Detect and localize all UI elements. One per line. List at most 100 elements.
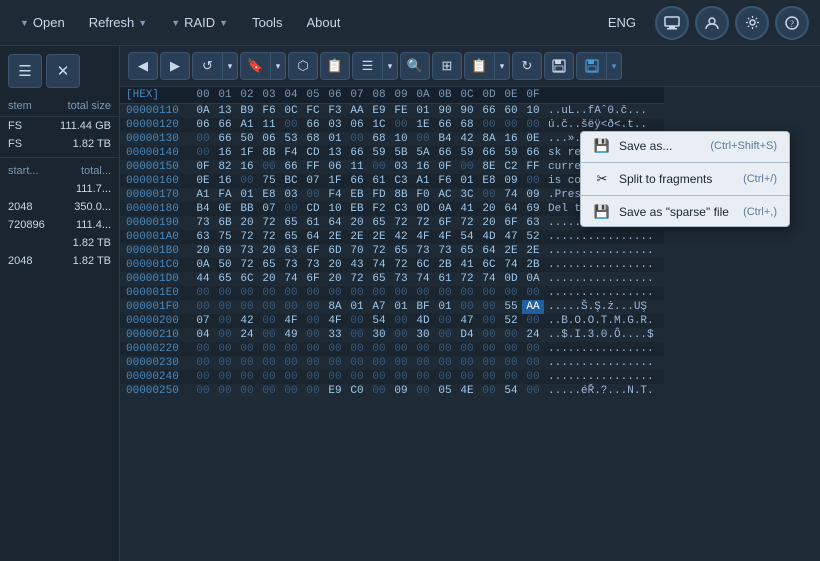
hex-byte-cell[interactable]: 00: [258, 384, 280, 398]
sidebar-list-icon[interactable]: ☰: [8, 54, 42, 88]
hex-byte-cell[interactable]: 09: [522, 188, 544, 202]
hex-byte-cell[interactable]: 00: [258, 370, 280, 384]
hex-byte-cell[interactable]: 65: [280, 216, 302, 230]
forward-button[interactable]: ▶: [160, 52, 190, 80]
hex-byte-cell[interactable]: F0: [412, 188, 434, 202]
hex-byte-cell[interactable]: 47: [456, 314, 478, 328]
hex-byte-cell[interactable]: 49: [280, 328, 302, 342]
hex-byte-cell[interactable]: 6F: [302, 272, 324, 286]
hex-byte-cell[interactable]: 66: [280, 160, 302, 174]
hex-byte-cell[interactable]: E9: [324, 384, 346, 398]
hex-button[interactable]: ⬡: [288, 52, 318, 80]
hex-byte-cell[interactable]: 00: [522, 118, 544, 132]
table-row[interactable]: 0000022000000000000000000000000000000000…: [120, 342, 664, 356]
hex-byte-cell[interactable]: 63: [192, 230, 214, 244]
hex-byte-cell[interactable]: 00: [280, 356, 302, 370]
hex-byte-cell[interactable]: 2B: [434, 258, 456, 272]
hex-byte-cell[interactable]: 73: [302, 258, 324, 272]
hex-byte-cell[interactable]: 07: [302, 174, 324, 188]
hex-byte-cell[interactable]: 66: [214, 132, 236, 146]
hex-byte-cell[interactable]: 50: [214, 258, 236, 272]
hex-byte-cell[interactable]: EB: [346, 202, 368, 216]
hex-byte-cell[interactable]: D4: [456, 328, 478, 342]
hex-byte-cell[interactable]: 63: [522, 216, 544, 230]
hex-byte-cell[interactable]: 00: [478, 328, 500, 342]
hex-byte-cell[interactable]: 03: [390, 160, 412, 174]
hex-byte-cell[interactable]: 00: [368, 342, 390, 356]
hex-byte-cell[interactable]: 00: [258, 286, 280, 300]
hex-byte-cell[interactable]: 90: [456, 104, 478, 119]
hex-byte-cell[interactable]: 00: [302, 300, 324, 314]
hex-byte-cell[interactable]: 4F: [434, 230, 456, 244]
hex-byte-cell[interactable]: 00: [434, 342, 456, 356]
hex-byte-cell[interactable]: 0D: [412, 202, 434, 216]
hex-byte-cell[interactable]: 60: [500, 104, 522, 119]
hex-byte-cell[interactable]: C0: [346, 384, 368, 398]
hex-byte-cell[interactable]: 01: [434, 300, 456, 314]
hex-byte-cell[interactable]: 53: [280, 132, 302, 146]
hex-byte-cell[interactable]: 0A: [522, 272, 544, 286]
hex-byte-cell[interactable]: F3: [324, 104, 346, 119]
context-split[interactable]: ✂ Split to fragments (Ctrl+/): [581, 165, 789, 193]
hex-byte-cell[interactable]: 00: [346, 314, 368, 328]
hex-byte-cell[interactable]: CD: [302, 146, 324, 160]
hex-byte-cell[interactable]: 00: [302, 188, 324, 202]
hex-byte-cell[interactable]: 00: [324, 342, 346, 356]
hex-byte-cell[interactable]: 00: [324, 356, 346, 370]
hex-byte-cell[interactable]: FA: [214, 188, 236, 202]
hex-byte-cell[interactable]: A1: [236, 118, 258, 132]
hex-byte-cell[interactable]: 64: [500, 202, 522, 216]
sidebar-row-fs1[interactable]: FS 111.44 GB: [0, 117, 119, 135]
hex-byte-cell[interactable]: 00: [214, 342, 236, 356]
list-arrow[interactable]: ▾: [382, 52, 398, 80]
hex-byte-cell[interactable]: 00: [346, 328, 368, 342]
hex-byte-cell[interactable]: 65: [456, 244, 478, 258]
hex-byte-cell[interactable]: 00: [500, 328, 522, 342]
hex-byte-cell[interactable]: 00: [258, 328, 280, 342]
hex-byte-cell[interactable]: 00: [280, 118, 302, 132]
hex-byte-cell[interactable]: C2: [500, 160, 522, 174]
hex-byte-cell[interactable]: 13: [214, 104, 236, 119]
sidebar-close-icon[interactable]: ✕: [46, 54, 80, 88]
hex-byte-cell[interactable]: 74: [368, 258, 390, 272]
hex-byte-cell[interactable]: 72: [456, 216, 478, 230]
sidebar-row-1[interactable]: 111.7...: [0, 180, 119, 198]
hex-byte-cell[interactable]: 00: [280, 342, 302, 356]
hex-byte-cell[interactable]: 54: [500, 384, 522, 398]
hex-byte-cell[interactable]: 00: [522, 370, 544, 384]
hex-byte-cell[interactable]: FF: [522, 160, 544, 174]
hex-byte-cell[interactable]: 01: [390, 300, 412, 314]
hex-byte-cell[interactable]: 65: [390, 244, 412, 258]
hex-byte-cell[interactable]: 00: [456, 356, 478, 370]
hex-byte-cell[interactable]: 20: [324, 258, 346, 272]
hex-byte-cell[interactable]: 06: [324, 160, 346, 174]
hex-byte-cell[interactable]: FC: [302, 104, 324, 119]
save-arrow[interactable]: ▾: [606, 52, 622, 80]
hex-byte-cell[interactable]: 20: [258, 244, 280, 258]
hex-byte-cell[interactable]: 04: [192, 328, 214, 342]
hex-byte-cell[interactable]: 00: [390, 314, 412, 328]
hex-byte-cell[interactable]: 74: [478, 272, 500, 286]
hex-byte-cell[interactable]: 00: [346, 370, 368, 384]
hex-byte-cell[interactable]: 4E: [456, 384, 478, 398]
hex-byte-cell[interactable]: 00: [412, 384, 434, 398]
hex-byte-cell[interactable]: 00: [500, 342, 522, 356]
hex-byte-cell[interactable]: 01: [324, 132, 346, 146]
hex-byte-cell[interactable]: 74: [500, 188, 522, 202]
hex-byte-cell[interactable]: 00: [236, 286, 258, 300]
hex-byte-cell[interactable]: E8: [478, 174, 500, 188]
hex-byte-cell[interactable]: 0A: [192, 258, 214, 272]
hex-byte-cell[interactable]: 6F: [302, 244, 324, 258]
hex-byte-cell[interactable]: 66: [522, 146, 544, 160]
hex-byte-cell[interactable]: 00: [412, 286, 434, 300]
user-icon-btn[interactable]: [695, 6, 729, 40]
hex-byte-cell[interactable]: C3: [390, 202, 412, 216]
save-button[interactable]: [576, 52, 606, 80]
hex-byte-cell[interactable]: 82: [214, 160, 236, 174]
hex-byte-cell[interactable]: 00: [500, 370, 522, 384]
hex-byte-cell[interactable]: C3: [390, 174, 412, 188]
hex-byte-cell[interactable]: BB: [236, 202, 258, 216]
hex-byte-cell[interactable]: 00: [434, 370, 456, 384]
hex-byte-cell[interactable]: 65: [368, 272, 390, 286]
hex-byte-cell[interactable]: 6D: [324, 244, 346, 258]
